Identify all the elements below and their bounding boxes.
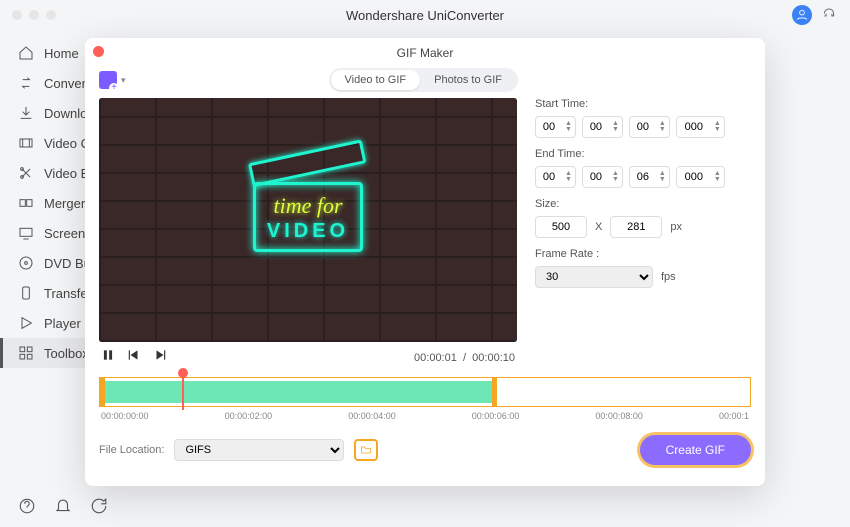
merger-icon [18,195,34,211]
account-avatar[interactable] [792,5,812,25]
convert-icon [18,75,34,91]
toolbox-icon [18,345,34,361]
gif-maker-modal: GIF Maker ▾ Video to GIF Photos to GIF t… [85,38,765,486]
end-hh[interactable]: ▲▼ [535,166,576,188]
neon-text-1: time for [256,193,360,219]
end-ss[interactable]: ▲▼ [629,166,670,188]
file-location-select[interactable]: GIFS [174,439,344,461]
neon-text-2: VIDEO [256,220,360,243]
size-height[interactable] [610,216,662,238]
player-icon [18,315,34,331]
close-icon[interactable] [93,46,104,57]
playhead[interactable] [182,370,184,410]
playback-time: 00:00:01 / 00:00:10 [414,352,515,364]
tab-photos-to-gif[interactable]: Photos to GIF [420,70,516,90]
frame-rate-select[interactable]: 30 [535,266,653,288]
transfer-icon [18,285,34,301]
video-compress-icon [18,135,34,151]
end-time-label: End Time: [535,148,751,160]
time-ruler: 00:00:00:0000:00:02:0000:00:04:0000:00:0… [99,407,751,425]
video-preview: time for VIDEO [99,98,517,342]
create-gif-button[interactable]: Create GIF [640,435,751,465]
browse-folder-button[interactable] [354,439,378,461]
modal-title: GIF Maker [85,38,765,60]
bell-icon[interactable] [54,497,72,515]
pause-button[interactable] [101,348,115,367]
tab-video-to-gif[interactable]: Video to GIF [331,70,421,90]
size-label: Size: [535,198,751,210]
mode-tabs: Video to GIF Photos to GIF [329,68,518,92]
app-title: Wondershare UniConverter [346,8,504,23]
video-edit-icon [18,165,34,181]
download-icon [18,105,34,121]
help-icon[interactable] [18,497,36,515]
next-frame-button[interactable] [153,348,167,367]
screen-rec-icon [18,225,34,241]
dvd-icon [18,255,34,271]
start-time-label: Start Time: [535,98,751,110]
add-media-button[interactable]: ▾ [99,71,126,89]
selection-range [103,381,493,403]
feedback-icon[interactable] [90,497,108,515]
start-mm[interactable]: ▲▼ [582,116,623,138]
end-ms[interactable]: ▲▼ [676,166,725,188]
end-mm[interactable]: ▲▼ [582,166,623,188]
start-ss[interactable]: ▲▼ [629,116,670,138]
start-hh[interactable]: ▲▼ [535,116,576,138]
home-icon [18,45,34,61]
timeline-track[interactable] [99,377,751,407]
frame-rate-label: Frame Rate : [535,248,751,260]
range-handle-left[interactable] [100,378,105,406]
start-ms[interactable]: ▲▼ [676,116,725,138]
support-icon[interactable] [822,6,836,25]
range-handle-right[interactable] [492,378,497,406]
size-width[interactable] [535,216,587,238]
window-controls[interactable] [12,10,56,20]
file-location-label: File Location: [99,444,164,456]
prev-frame-button[interactable] [127,348,141,367]
